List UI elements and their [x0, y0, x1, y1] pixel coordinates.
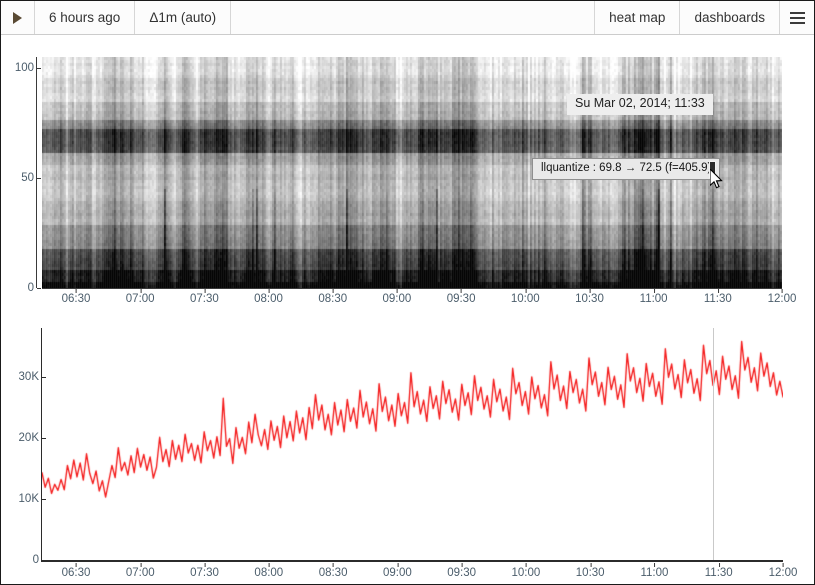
line-chart-x-tick: 10:00 — [511, 563, 541, 579]
line-chart-x-tick: 09:00 — [382, 563, 412, 579]
tab-heat-map-label: heat map — [609, 10, 666, 25]
time-range-label: 6 hours ago — [49, 10, 121, 25]
application-window: 6 hours ago Δ1m (auto) heat map dashboar… — [0, 0, 815, 585]
heatmap-x-tick: 09:30 — [446, 289, 476, 305]
line-chart-x-tick: 06:30 — [61, 563, 91, 579]
line-chart-plot[interactable] — [42, 328, 783, 560]
play-button[interactable] — [1, 1, 35, 34]
play-triangle-icon — [13, 11, 22, 24]
line-chart-y-axis: 0 10K 20K 30K — [19, 328, 48, 566]
line-chart-x-tick: 08:00 — [254, 563, 284, 579]
toolbar: 6 hours ago Δ1m (auto) heat map dashboar… — [1, 1, 814, 35]
tab-heat-map[interactable]: heat map — [595, 1, 681, 34]
heatmap-y-axis: 0 50 100 — [15, 57, 43, 294]
heatmap-x-tick: 06:30 — [61, 289, 91, 305]
heatmap-x-ticks: 06:30 07:00 07:30 08:00 08:30 09:00 09:30 10:00… — [42, 288, 796, 310]
line-chart-x-tick: 11:30 — [704, 563, 733, 579]
tab-dashboards[interactable]: dashboards — [680, 1, 780, 34]
line-chart-x-tick: 07:30 — [190, 563, 219, 579]
timestamp-label: Su Mar 02, 2014; 11:33 — [567, 94, 713, 115]
heatmap-x-tick: 08:00 — [254, 289, 283, 305]
value-tooltip: llquantize : 69.8 → 72.5 (f=405.9) — [532, 158, 721, 181]
time-range-button[interactable]: 6 hours ago — [35, 1, 136, 34]
line-chart-y-tick: 10K — [19, 493, 47, 505]
line-chart-x-ticks: 06:30 07:00 07:30 08:00 08:30 09:00 09:30 10:00… — [42, 562, 797, 584]
line-chart-x-tick: 09:30 — [447, 563, 477, 579]
line-chart-x-tick: 08:30 — [318, 563, 348, 579]
heatmap-x-tick: 09:00 — [382, 289, 412, 305]
mouse-pointer-icon — [709, 167, 724, 190]
interval-label: Δ1m (auto) — [149, 10, 217, 25]
heatmap-x-tick: 11:30 — [703, 289, 732, 305]
heatmap-x-tick: 11:00 — [639, 289, 668, 305]
heatmap-y-tick: 100 — [15, 62, 42, 74]
hamburger-menu-icon — [789, 11, 805, 24]
toolbar-spacer — [231, 1, 596, 34]
heatmap-x-tick: 10:00 — [510, 289, 540, 305]
cursor-vertical-line — [713, 328, 714, 560]
line-chart-panel: 0 10K 20K 30K 06:30 07:00 07:30 08:00 08:30 09:0… — [1, 310, 814, 584]
heatmap-x-tick: 10:30 — [575, 289, 604, 305]
heatmap-panel: 0 50 100 06:30 07:00 07:30 08:00 08:30 09:00 09:… — [1, 35, 814, 310]
heatmap-y-tick: 0 — [28, 282, 42, 294]
heatmap-x-tick: 07:30 — [189, 289, 219, 305]
line-chart-x-tick: 11:00 — [640, 563, 669, 579]
menu-button[interactable] — [780, 1, 814, 34]
heatmap-y-tick: 50 — [21, 172, 41, 184]
heatmap-x-tick: 07:00 — [125, 289, 155, 305]
tab-dashboards-label: dashboards — [694, 10, 765, 25]
line-chart-x-tick: 12:00 — [768, 563, 798, 579]
line-chart-y-tick: 20K — [19, 432, 47, 444]
interval-button[interactable]: Δ1m (auto) — [135, 1, 232, 34]
line-chart-y-tick: 30K — [19, 371, 47, 383]
line-chart-x-tick: 07:00 — [125, 563, 155, 579]
heatmap-x-tick: 08:30 — [318, 289, 348, 305]
heatmap-x-tick: 12:00 — [767, 289, 797, 305]
line-chart-x-tick: 10:30 — [575, 563, 605, 579]
